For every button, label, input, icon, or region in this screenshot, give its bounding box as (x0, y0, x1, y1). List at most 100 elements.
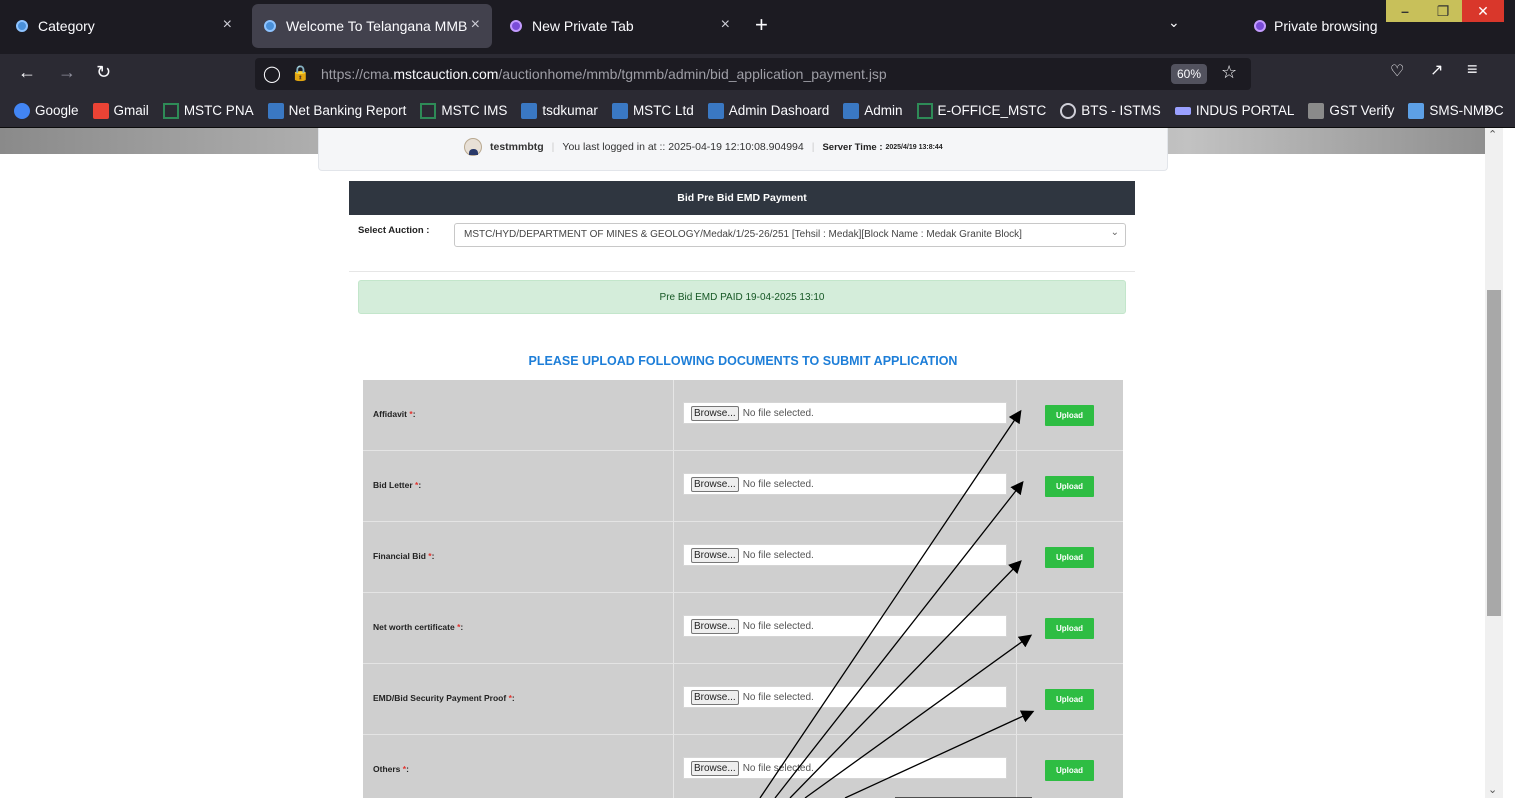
new-tab-button[interactable]: + (755, 12, 768, 38)
bookmark-bts-istms[interactable]: BTS - ISTMS (1060, 102, 1161, 119)
minimize-window-icon[interactable]: – (1386, 0, 1424, 22)
bookmark-admin-dashoard[interactable]: Admin Dashoard (707, 102, 830, 119)
url-bar[interactable]: ◯ 🔒 https://cma.mstcauction.com/auctionh… (255, 58, 1251, 90)
document-name: Others (373, 764, 401, 774)
file-input[interactable]: Browse... No file selected. (683, 686, 1007, 708)
divider (349, 271, 1135, 272)
browse-button[interactable]: Browse... (691, 689, 739, 705)
bookmark-label: Admin (864, 103, 903, 118)
bookmark-e-office-mstc[interactable]: E-OFFICE_MSTC (916, 102, 1046, 119)
bookmark-star-icon[interactable]: ☆ (1221, 62, 1237, 83)
tab-label: Welcome To Telangana MMB (286, 18, 468, 34)
bookmark-indus-portal[interactable]: INDUS PORTAL (1174, 103, 1294, 118)
back-arrow-icon[interactable]: ← (18, 62, 36, 83)
file-input[interactable]: Browse... No file selected. (683, 544, 1007, 566)
document-label: EMD/Bid Security Payment Proof *: (373, 693, 515, 703)
no-file-selected-text: No file selected. (742, 478, 814, 490)
bid-payment-panel: Bid Pre Bid EMD Payment Select Auction :… (318, 171, 1168, 798)
upload-button[interactable]: Upload (1045, 547, 1094, 568)
pocket-icon[interactable]: ♡ (1390, 61, 1404, 81)
file-input[interactable]: Browse... No file selected. (683, 757, 1007, 779)
user-info-panel: testmmbtg | You last logged in at :: 202… (318, 128, 1168, 171)
bookmark-gmail[interactable]: Gmail (92, 102, 149, 119)
bookmark-label: MSTC Ltd (632, 103, 694, 118)
bookmark-label: MSTC IMS (441, 103, 508, 118)
upload-button[interactable]: Upload (1045, 405, 1094, 426)
globe-icon (1060, 102, 1077, 119)
bookmark-tsdkumar[interactable]: tsdkumar (521, 102, 598, 119)
required-mark: * (402, 764, 407, 774)
document-label-cell: Bid Letter *: (363, 451, 674, 521)
upload-button[interactable]: Upload (1045, 618, 1094, 639)
last-login-text: You last logged in at :: 2025-04-19 12:1… (562, 141, 804, 153)
bookmark-mstc-ims[interactable]: MSTC IMS (420, 102, 508, 119)
table-row: EMD/Bid Security Payment Proof *: Browse.… (363, 664, 1123, 735)
url-text[interactable]: https://cma.mstcauction.com/auctionhome/… (321, 66, 887, 82)
file-input-cell: Browse... No file selected. (674, 664, 1017, 734)
url-host: mstcauction.com (393, 66, 499, 82)
tab-category[interactable]: Category × (4, 4, 244, 48)
browse-button[interactable]: Browse... (691, 618, 739, 634)
browse-button[interactable]: Browse... (691, 760, 739, 776)
chevron-down-icon: ⌄ (1110, 227, 1119, 238)
required-mark: * (428, 551, 432, 561)
no-file-selected-text: No file selected. (742, 549, 814, 561)
upload-button[interactable]: Upload (1045, 476, 1094, 497)
bookmark-mstc-pna[interactable]: MSTC PNA (162, 102, 254, 119)
document-label-cell: Net worth certificate *: (363, 593, 674, 663)
bookmark-label: GST Verify (1329, 103, 1395, 118)
bookmark-label: Net Banking Report (288, 103, 407, 118)
scroll-up-arrow-icon[interactable]: ⌃ (1488, 128, 1497, 141)
google-icon (14, 102, 30, 119)
document-label: Others *: (373, 764, 409, 774)
list-all-tabs-chevron-icon[interactable]: ⌄ (1168, 14, 1180, 31)
browse-button[interactable]: Browse... (691, 476, 739, 492)
bookmark-google[interactable]: Google (14, 102, 79, 119)
more-bookmarks-chevron-icon[interactable]: » (1484, 100, 1493, 118)
bookmark-net-banking-report[interactable]: Net Banking Report (267, 102, 407, 119)
share-icon[interactable]: ↗ (1430, 60, 1443, 80)
web-page: testmmbtg | You last logged in at :: 202… (0, 128, 1485, 798)
upload-button[interactable]: Upload (1045, 760, 1094, 781)
table-row: Bid Letter *: Browse... No file selected. U… (363, 451, 1123, 522)
close-tab-icon[interactable]: × (223, 16, 232, 34)
reload-icon[interactable]: ↻ (96, 62, 111, 83)
upload-documents-heading: PLEASE UPLOAD FOLLOWING DOCUMENTS TO SUB… (528, 354, 958, 368)
browse-button[interactable]: Browse... (691, 405, 739, 421)
bookmark-mstc-ltd[interactable]: MSTC Ltd (611, 102, 694, 119)
tab-label: Category (38, 18, 95, 34)
bookmark-admin[interactable]: Admin (843, 102, 903, 119)
restore-window-icon[interactable]: ❐ (1424, 0, 1462, 22)
auction-select[interactable]: MSTC/HYD/DEPARTMENT OF MINES & GEOLOGY/M… (454, 223, 1126, 247)
document-name: Net worth certificate (373, 622, 455, 632)
bookmark-gst-verify[interactable]: GST Verify (1308, 102, 1395, 119)
scroll-down-arrow-icon[interactable]: ⌄ (1488, 783, 1497, 796)
tracking-protection-shield-icon[interactable]: ◯ (263, 64, 281, 84)
file-input[interactable]: Browse... No file selected. (683, 473, 1007, 495)
scrollbar[interactable]: ⌃ ⌄ (1485, 128, 1503, 798)
file-input-cell: Browse... No file selected. (674, 380, 1017, 450)
username: testmmbtg (490, 141, 544, 153)
forward-arrow-icon[interactable]: → (58, 62, 76, 83)
required-mark: * (415, 480, 419, 490)
file-input[interactable]: Browse... No file selected. (683, 615, 1007, 637)
scrollbar-thumb[interactable] (1487, 290, 1501, 616)
site-favicon-icon (264, 20, 276, 32)
file-input-cell: Browse... No file selected. (674, 593, 1017, 663)
file-input[interactable]: Browse... No file selected. (683, 402, 1007, 424)
site-favicon-icon (611, 102, 628, 119)
upload-button[interactable]: Upload (1045, 689, 1094, 710)
close-tab-icon[interactable]: × (721, 16, 730, 34)
bookmarks-toolbar: Google Gmail MSTC PNA Net Banking Report… (0, 94, 1515, 128)
padlock-icon[interactable]: 🔒 (291, 64, 310, 82)
tab-bar: Category × Welcome To Telangana MMB × Ne… (0, 0, 1515, 54)
hamburger-menu-icon[interactable]: ≡ (1467, 59, 1478, 80)
close-window-icon[interactable]: ✕ (1462, 0, 1504, 22)
zoom-level-badge[interactable]: 60% (1171, 64, 1208, 84)
bookmark-label: Admin Dashoard (728, 103, 830, 118)
tab-new-private-tab[interactable]: New Private Tab × (498, 4, 742, 48)
user-info-line: testmmbtg | You last logged in at :: 202… (464, 138, 943, 156)
browse-button[interactable]: Browse... (691, 547, 739, 563)
tab-welcome-telangana-mmb[interactable]: Welcome To Telangana MMB × (252, 4, 492, 48)
close-tab-icon[interactable]: × (471, 16, 480, 34)
